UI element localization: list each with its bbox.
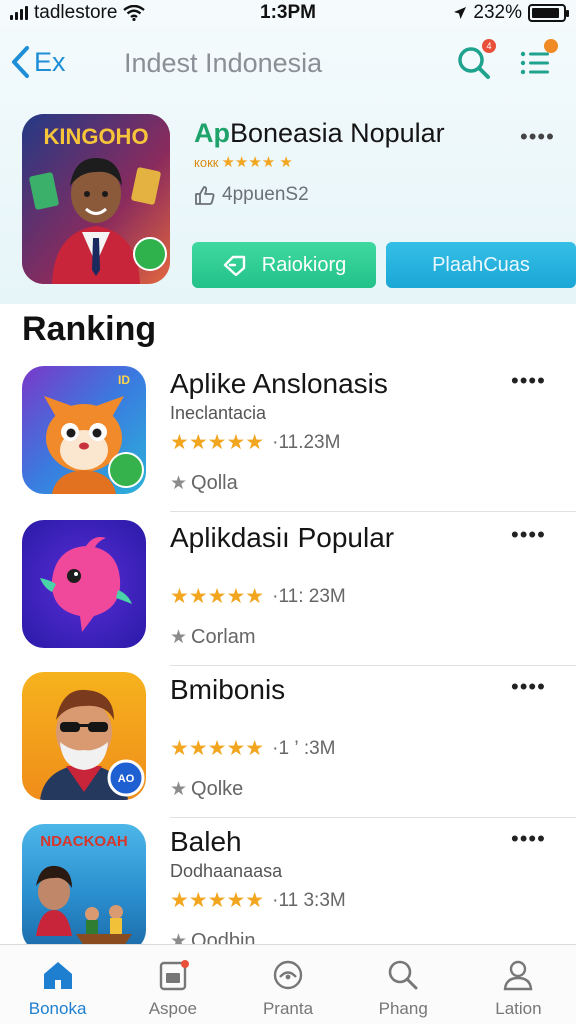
tab-games[interactable]: Pranta <box>230 945 345 1024</box>
app-tag: ★ Corlam <box>170 626 256 649</box>
row-divider <box>170 511 576 512</box>
svg-text:NDACKOAH: NDACKOAH <box>40 833 128 850</box>
battery-fill <box>532 8 559 18</box>
app-tag: ★ Qolke <box>170 778 243 801</box>
featured-icon-text: KINGOHO <box>43 124 148 149</box>
tab-label: Aspoe <box>148 999 197 1018</box>
nav-bar: Ex Indest Indonesia 4 <box>0 39 576 84</box>
tab-label: Lation <box>495 999 542 1018</box>
profile-icon <box>504 960 533 991</box>
download-count: ·11: 23M <box>272 585 346 607</box>
more-options-button[interactable]: •••• <box>511 674 546 700</box>
header-section: Ex Indest Indonesia 4 KINGOHO ApBoneasia… <box>0 26 576 304</box>
star-icon: ★ <box>170 473 188 494</box>
download-count: ·11.23M <box>272 431 341 453</box>
featured-app-artwork: KINGOHO <box>22 114 170 284</box>
featured-app-icon[interactable]: KINGOHO <box>22 114 170 284</box>
search-icon <box>388 960 418 990</box>
page-title: Indest Indonesia <box>124 48 323 78</box>
secondary-action-button[interactable]: PlaahCuas <box>386 242 576 288</box>
more-options-button[interactable]: •••• <box>511 826 546 852</box>
location-arrow-icon <box>454 7 467 19</box>
app-name: Aplike Anslonasis <box>170 368 388 399</box>
list-item[interactable]: ID Aplike Anslonasis Ineclantacia ★★★★★ … <box>0 360 576 512</box>
primary-action-label: Raiokiorg <box>261 253 347 276</box>
tag-icon <box>223 255 245 276</box>
search-button[interactable]: 4 <box>454 39 496 82</box>
back-label: Ex <box>34 46 66 77</box>
rating-stars: ★★★★★ <box>170 889 265 912</box>
bottom-tab-bar: Bonoka Aspoe Pranta Phang Lation <box>0 944 576 1024</box>
status-right: 232% <box>453 2 569 24</box>
featured-app-title[interactable]: ApBoneasia Nopular <box>194 118 445 149</box>
app-store-screen: tadlestore 1:3PM 232% Ex Indest Indonesi… <box>0 0 576 1024</box>
featured-stars: ★★★★ ★ <box>221 154 293 171</box>
rating-stars: ★★★★★ <box>170 431 265 454</box>
app-developer: Dodhaanaasa <box>170 861 283 881</box>
featured-title-rest: Boneasia Nopular <box>230 118 445 148</box>
list-item[interactable]: Aplikdasiı Popular ★★★★★ ·11: 23M ★ Corl… <box>0 514 576 666</box>
app-name: Baleh <box>170 826 242 857</box>
featured-meta-text: 4ppuenS2 <box>222 184 309 205</box>
download-count: ·1 ’ :3M <box>272 737 336 759</box>
more-options-button[interactable]: •••• <box>511 368 546 394</box>
app-tag-label: Qolla <box>191 472 238 494</box>
app-developer: Ineclantacia <box>170 403 267 423</box>
rating-stars: ★★★★★ <box>170 737 265 760</box>
star-icon: ★ <box>170 627 188 648</box>
fox-mascot-icon: ID <box>22 366 146 494</box>
featured-rating-text: кокк <box>194 154 219 170</box>
wifi-icon <box>123 5 146 21</box>
carrier-label: tadlestore <box>34 2 118 23</box>
app-rating: ★★★★★ ·1 ’ :3M <box>170 736 336 761</box>
tab-search[interactable]: Phang <box>346 945 461 1024</box>
svg-text:ID: ID <box>118 373 130 387</box>
tab-label: Phang <box>378 999 428 1018</box>
app-rating: ★★★★★ ·11 3:3M <box>170 888 346 913</box>
more-options-button[interactable]: •••• <box>511 522 546 548</box>
section-title: Ranking <box>22 310 157 348</box>
app-name: Bmibonis <box>170 674 286 705</box>
featured-meta: 4ppuenS2 <box>194 184 309 206</box>
bearded-man-icon: AO <box>22 672 146 800</box>
tab-home[interactable]: Bonoka <box>0 945 115 1024</box>
status-left: tadlestore <box>10 2 146 24</box>
apps-icon <box>159 960 189 991</box>
star-icon: ★ <box>170 779 188 800</box>
battery-icon <box>528 4 569 22</box>
home-icon <box>43 962 72 989</box>
pink-bird-icon <box>22 520 146 648</box>
download-count: ·11 3:3M <box>272 889 346 911</box>
boat-scene-icon: NDACKOAH <box>22 824 146 952</box>
chevron-left-icon <box>12 46 29 78</box>
primary-action-button[interactable]: Raiokiorg <box>192 242 376 288</box>
app-name: Aplikdasiı Popular <box>170 522 395 553</box>
status-bar: tadlestore 1:3PM 232% <box>0 0 576 26</box>
battery-percent: 232% <box>473 2 522 23</box>
secondary-action-label: PlaahCuas <box>432 253 530 276</box>
menu-list-button[interactable] <box>516 39 558 82</box>
featured-rating: кокк ★★★★ ★ <box>194 153 293 171</box>
thumbs-up-icon <box>195 186 215 205</box>
featured-more-button[interactable]: •••• <box>520 124 555 150</box>
app-rating: ★★★★★ ·11.23M <box>170 430 340 455</box>
back-button[interactable]: Ex <box>8 40 66 84</box>
app-tag: ★ Qolla <box>170 472 238 495</box>
app-tag-label: Corlam <box>191 626 256 648</box>
tab-label: Bonoka <box>28 999 87 1018</box>
list-item[interactable]: AO Bmibonis ★★★★★ ·1 ’ :3M ★ Qolke •••• <box>0 666 576 818</box>
menu-badge-dot <box>544 39 558 53</box>
signal-icon <box>10 6 28 20</box>
notification-badge: 4 <box>482 39 496 53</box>
tab-profile[interactable]: Lation <box>461 945 576 1024</box>
app-tag-label: Qolke <box>191 778 244 800</box>
tab-label: Pranta <box>262 999 314 1018</box>
svg-text:AO: AO <box>118 773 135 785</box>
featured-title-prefix: Ap <box>194 118 230 148</box>
rating-stars: ★★★★★ <box>170 585 265 608</box>
tab-apps[interactable]: Aspoe <box>115 945 230 1024</box>
app-rating: ★★★★★ ·11: 23M <box>170 584 346 609</box>
games-icon <box>273 960 303 990</box>
